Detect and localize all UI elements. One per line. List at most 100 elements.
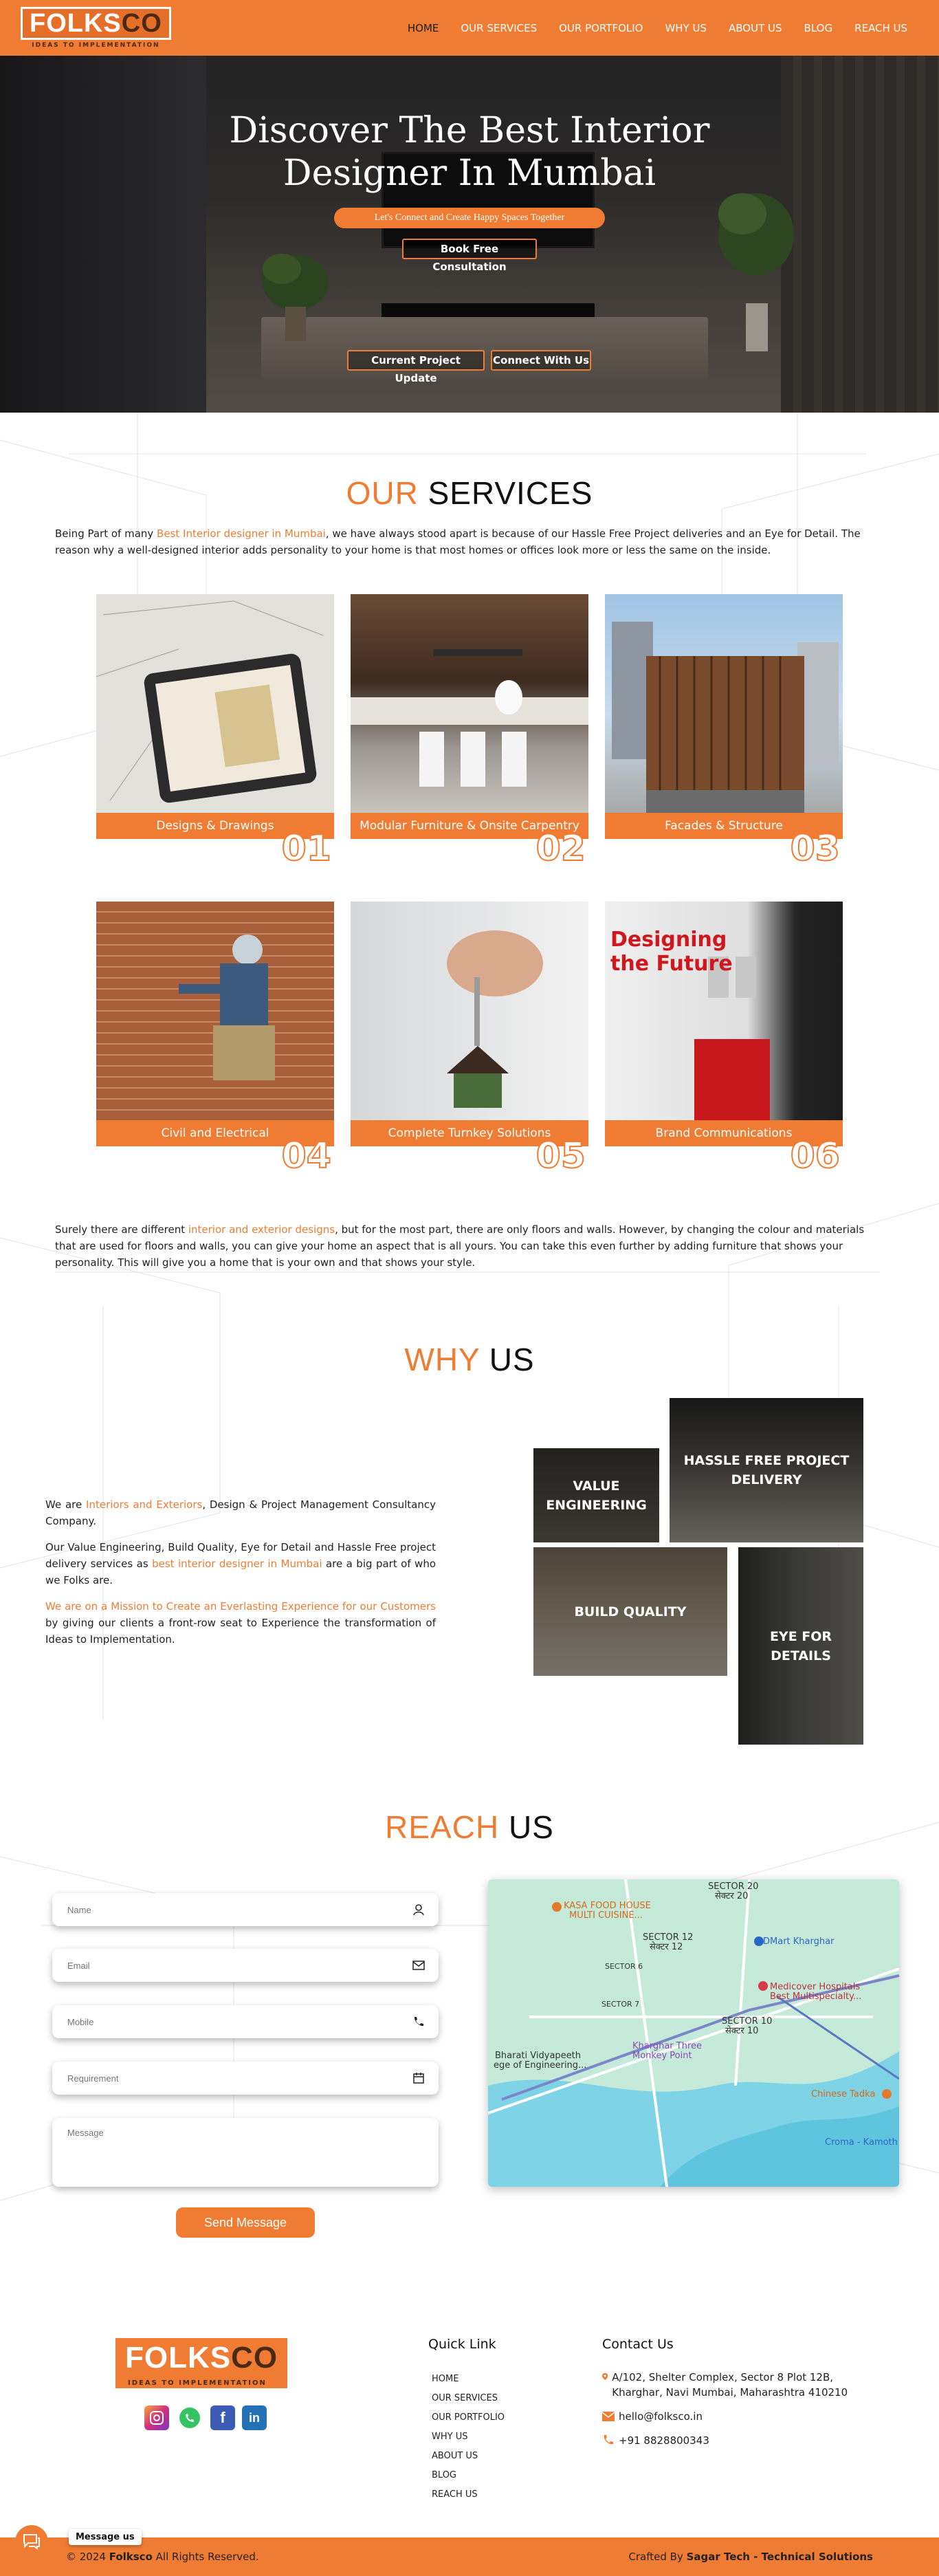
map-pin-dmart[interactable] — [754, 1936, 764, 1946]
nav-our-services[interactable]: OUR SERVICES — [450, 22, 548, 34]
hero-title-line2: Designer In Mumbai — [283, 153, 656, 194]
why-tile-hassle-free: HASSLE FREE PROJECT DELIVERY — [670, 1398, 863, 1542]
requirement-field[interactable] — [52, 2062, 439, 2095]
service-number-02: 02 — [535, 827, 586, 870]
why-heading: WHY US — [0, 1341, 939, 1378]
chat-bubble-icon — [23, 2534, 40, 2550]
service-card-turnkey[interactable]: Complete Turnkey Solutions 05 — [351, 902, 588, 1177]
nav-why-us[interactable]: WHY US — [654, 22, 718, 34]
footer-link-portfolio[interactable]: OUR PORTFOLIO — [432, 2408, 505, 2427]
message-textarea[interactable] — [52, 2118, 439, 2187]
linkedin-icon[interactable]: in — [242, 2405, 267, 2430]
footer-link-reach-us[interactable]: REACH US — [432, 2485, 505, 2504]
why-p2-link[interactable]: best interior designer in Mumbai — [152, 1558, 322, 1570]
why-p3-link[interactable]: We are on a Mission to Create an Everlas… — [45, 1600, 436, 1613]
why-p1-link[interactable]: Interiors and Exteriors — [86, 1498, 202, 1511]
service-card-brand[interactable]: Designing the Future Brand Communication… — [605, 902, 843, 1177]
location-map[interactable]: KASA FOOD HOUSE MULTI CUISINE... SECTOR … — [488, 1879, 899, 2187]
why-paragraph-1: We are Interiors and Exteriors, Design &… — [45, 1496, 436, 1529]
service-card-modular[interactable]: Modular Furniture & Onsite Carpentry 02 — [351, 594, 588, 870]
map-label-sector6: SECTOR 6 — [605, 1962, 643, 1971]
logo[interactable]: FOLKS CO IDEAS TO IMPLEMENTATION — [21, 7, 171, 49]
mobile-input[interactable] — [52, 2005, 439, 2038]
map-label-kharghar-2: Monkey Point — [632, 2051, 692, 2061]
designing-sign-line2: the Future — [610, 952, 733, 976]
map-label-bharati-2: ege of Engineering... — [494, 2060, 586, 2071]
service-image-brand: Designing the Future — [605, 902, 843, 1120]
services-outro-link[interactable]: interior and exterior designs — [188, 1223, 335, 1236]
why-tile-build-label: BUILD QUALITY — [533, 1547, 727, 1676]
service-image-modular — [351, 594, 588, 813]
map-label-medicover: Medicover Hospitals — [770, 1982, 860, 1992]
message-field[interactable] — [52, 2118, 439, 2187]
footer-link-blog[interactable]: BLOG — [432, 2466, 505, 2485]
send-message-button[interactable]: Send Message — [176, 2207, 315, 2238]
footer-link-why-us[interactable]: WHY US — [432, 2427, 505, 2447]
crafted-by-company[interactable]: Sagar Tech - Technical Solutions — [687, 2551, 873, 2563]
envelope-icon — [412, 1961, 425, 1970]
service-image-facades — [605, 594, 843, 813]
reach-heading-dark: US — [508, 1809, 554, 1845]
why-tile-eye-for-details: EYE FOR DETAILS — [738, 1547, 863, 1745]
chat-button[interactable] — [15, 2525, 48, 2558]
footer-logo[interactable]: FOLKS CO IDEAS TO IMPLEMENTATION — [115, 2338, 288, 2388]
exhibition-illustration: Designing the Future — [610, 928, 770, 1120]
map-label-bharati: Bharati Vidyapeeth — [495, 2051, 581, 2061]
services-intro: Being Part of many Best Interior designe… — [55, 525, 887, 558]
service-card-facades[interactable]: Facades & Structure 03 — [605, 594, 843, 870]
user-icon — [413, 1904, 424, 1916]
connect-with-us-button[interactable]: Connect With Us — [491, 350, 591, 371]
email-field[interactable] — [52, 1949, 439, 1982]
whatsapp-icon[interactable] — [177, 2405, 202, 2430]
nav-reach-us[interactable]: REACH US — [843, 22, 918, 34]
map-pin-chinese[interactable] — [882, 2089, 892, 2099]
footer-logo-mark: FOLKS CO — [115, 2338, 288, 2378]
tablet-drawing-illustration — [96, 600, 324, 803]
instagram-icon[interactable] — [144, 2405, 169, 2430]
map-pin-medicover[interactable] — [758, 1981, 768, 1991]
footer-phone-icon — [604, 2435, 613, 2445]
service-number-04: 04 — [281, 1135, 332, 1177]
why-p3-text-b: by giving our clients a front-row seat t… — [45, 1617, 436, 1646]
book-consultation-button[interactable]: Book Free Consultation — [402, 239, 537, 273]
footer-email[interactable]: hello@folksco.in — [602, 2409, 703, 2424]
map-label-croma: Croma - Kamoth — [825, 2137, 898, 2148]
footer-link-services[interactable]: OUR SERVICES — [432, 2389, 505, 2408]
map-label-sector12-mr: सेक्टर 12 — [650, 1941, 683, 1952]
why-paragraph-2: Our Value Engineering, Build Quality, Ey… — [45, 1539, 436, 1589]
services-heading-dark: SERVICES — [428, 475, 593, 511]
calendar-icon — [413, 2073, 424, 2084]
service-image-civil — [96, 902, 334, 1120]
nav-about-us[interactable]: ABOUT US — [718, 22, 793, 34]
services-intro-text-a: Being Part of many — [55, 527, 157, 540]
footer-phone-text[interactable]: +91 8828800343 — [619, 2433, 709, 2448]
email-input[interactable] — [52, 1949, 439, 1982]
why-tile-eye-label: EYE FOR DETAILS — [738, 1547, 863, 1745]
footer-link-home[interactable]: HOME — [432, 2370, 505, 2389]
footer-email-text[interactable]: hello@folksco.in — [619, 2409, 703, 2424]
footer-address-text: A/102, Shelter Complex, Sector 8 Plot 12… — [612, 2371, 848, 2399]
main-menu: HOME OUR SERVICES OUR PORTFOLIO WHY US A… — [397, 22, 918, 34]
nav-home[interactable]: HOME — [397, 22, 450, 34]
copyright-brand: Folksco — [109, 2551, 153, 2563]
mobile-field[interactable] — [52, 2005, 439, 2038]
services-intro-link[interactable]: Best Interior designer in Mumbai — [157, 527, 326, 540]
current-project-update-button[interactable]: Current Project Update — [347, 350, 485, 384]
footer-phone[interactable]: +91 8828800343 — [602, 2433, 709, 2448]
footer-logo-text-folks: FOLKS — [125, 2341, 232, 2375]
mail-icon — [602, 2412, 615, 2421]
service-number-03: 03 — [790, 827, 841, 870]
map-pin-kasa[interactable] — [552, 1902, 562, 1912]
service-card-designs[interactable]: Designs & Drawings 01 — [96, 594, 334, 870]
footer-link-about-us[interactable]: ABOUT US — [432, 2447, 505, 2466]
name-field[interactable] — [52, 1893, 439, 1926]
hero-tagline: Let's Connect and Create Happy Spaces To… — [334, 208, 605, 228]
name-input[interactable] — [52, 1893, 439, 1926]
service-card-civil[interactable]: Civil and Electrical 04 — [96, 902, 334, 1177]
facebook-icon[interactable]: f — [210, 2405, 235, 2430]
nav-blog[interactable]: BLOG — [793, 22, 844, 34]
requirement-input[interactable] — [52, 2062, 439, 2095]
copyright: © 2024 Folksco All Rights Reserved. — [66, 2551, 259, 2563]
nav-our-portfolio[interactable]: OUR PORTFOLIO — [548, 22, 654, 34]
services-heading-accent: OUR — [346, 475, 419, 511]
